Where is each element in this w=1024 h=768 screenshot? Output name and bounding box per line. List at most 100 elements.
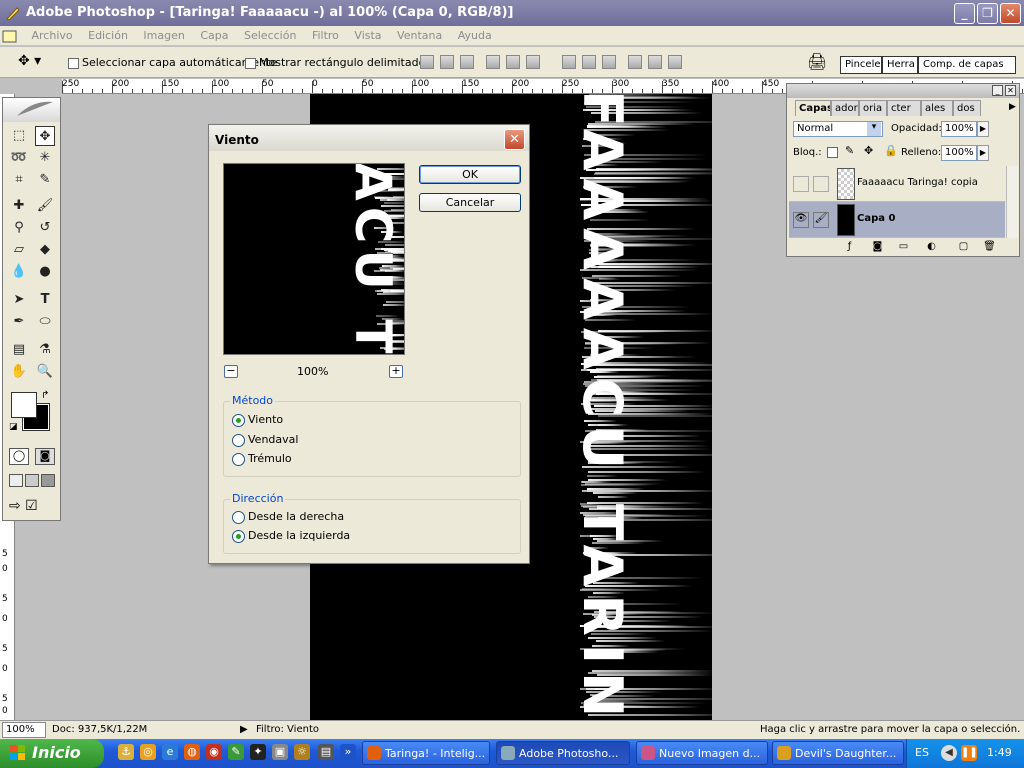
lock-position-icon[interactable]: ✥ [864,144,873,157]
layer-row[interactable]: Faaaaacu Taringa! copia [789,166,1005,202]
align-bottom-icon[interactable] [460,55,474,69]
distribute-left-icon[interactable] [628,55,642,69]
status-menu-arrow-icon[interactable]: ▶ [240,724,248,735]
blur-tool-icon[interactable]: 💧 [9,262,29,282]
blend-mode-select[interactable]: Normal ▾ [793,121,883,137]
distribute-hcenter-icon[interactable] [648,55,662,69]
hand-tool-icon[interactable]: ✋ [9,362,29,382]
brush-link-icon[interactable]: 🖌 [813,212,829,228]
lasso-tool-icon[interactable]: ➿ [9,148,29,168]
auto-select-checkbox[interactable] [68,57,79,69]
quicklaunch-icon-1[interactable]: ⚓ [118,744,134,760]
align-top-icon[interactable] [420,55,434,69]
palette-menu-arrow-icon[interactable]: ▶ [1009,102,1016,112]
adjustment-layer-icon[interactable]: ◐ [925,241,938,253]
dialog-close-button[interactable]: ✕ [504,129,525,150]
history-brush-icon[interactable]: ↺ [35,218,55,238]
palette-well-tab-pinceles[interactable]: Pincele [840,56,882,74]
radio-button[interactable] [232,452,245,466]
new-group-icon[interactable]: ▭ [897,241,910,253]
eraser-tool-icon[interactable]: ▱ [9,240,29,260]
eyedropper-icon[interactable]: ⚗ [35,340,55,360]
pen-tool-icon[interactable]: ✒ [9,312,29,332]
quicklaunch-expand-icon[interactable]: » [340,744,356,760]
shape-tool-icon[interactable]: ⬭ [35,312,55,332]
file-browser-icon[interactable]: 🖨 [807,52,829,72]
internet-explorer-icon[interactable]: e [162,744,178,760]
language-indicator[interactable]: ES [915,746,929,759]
distribute-top-icon[interactable] [562,55,576,69]
menu-ayuda[interactable]: Ayuda [452,26,498,45]
quick-mask-icon[interactable]: ◙ [35,448,55,465]
zoom-tool-icon[interactable]: 🔍 [35,362,55,382]
align-hcenter-icon[interactable] [506,55,520,69]
tab-trazados[interactable]: dos [953,100,981,116]
zoom-field[interactable]: 100% [2,722,46,738]
brush-tool-icon[interactable]: 🖌 [35,196,55,216]
quicklaunch-icon-9[interactable]: ☼ [294,744,310,760]
task-photoshop[interactable]: Adobe Photosho... [496,741,630,765]
menu-filtro[interactable]: Filtro [306,26,345,45]
move-tool-icon[interactable]: ✥ ▾ [18,53,54,71]
standard-mode-icon[interactable]: ◯ [9,448,29,465]
eye-icon[interactable]: 👁 [793,212,809,228]
adobe-feather-icon[interactable] [3,98,60,122]
notes-tool-icon[interactable]: ▤ [9,340,29,360]
distribute-right-icon[interactable] [668,55,682,69]
fill-arrow-icon[interactable]: ▶ [977,145,989,161]
zoom-in-button[interactable]: + [389,365,403,378]
align-right-icon[interactable] [526,55,540,69]
tab-caracter[interactable]: cter [887,100,921,116]
cancel-button[interactable]: Cancelar [419,193,521,212]
radio-button[interactable] [232,529,245,543]
paint-bucket-icon[interactable]: ◆ [35,240,55,260]
menu-vista[interactable]: Vista [348,26,387,45]
screen-mode-full-icon[interactable] [41,474,55,487]
palette-titlebar[interactable] [787,84,1019,98]
align-vcenter-icon[interactable] [440,55,454,69]
distribute-bottom-icon[interactable] [602,55,616,69]
method-vendaval-radio[interactable]: Vendaval [232,433,298,447]
quicklaunch-icon-2[interactable]: ◎ [140,744,156,760]
radio-button[interactable] [232,413,245,427]
menu-archivo[interactable]: Archivo [26,26,79,45]
task-nuevo-imagen[interactable]: Nuevo Imagen d... [636,741,768,765]
show-bounds-option[interactable]: Mostrar rectángulo delimitador [245,56,430,69]
default-colors-icon[interactable]: ◪ [9,422,18,432]
layer-styles-icon[interactable]: ƒ [843,241,856,253]
zoom-out-button[interactable]: − [224,365,238,378]
quicklaunch-icon-7[interactable]: ✦ [250,744,266,760]
tray-icon-1[interactable]: ◀ [941,745,957,761]
align-left-icon[interactable] [486,55,500,69]
distribute-vcenter-icon[interactable] [582,55,596,69]
path-selection-icon[interactable]: ➤ [9,290,29,310]
palette-minimize-icon[interactable]: _ [992,85,1003,96]
fill-input[interactable]: 100% [941,145,977,161]
direction-right-radio[interactable]: Desde la derecha [232,510,344,524]
crop-tool-icon[interactable]: ⌗ [9,170,29,190]
screen-mode-standard-icon[interactable] [9,474,23,487]
tray-pause-icon[interactable]: ❚❚ [961,745,978,761]
chevron-down-icon[interactable]: ▾ [867,122,881,136]
firefox-icon[interactable]: ◍ [184,744,200,760]
filter-preview[interactable]: ACU T [223,163,405,355]
task-devils-daughter[interactable]: Devil's Daughter... [772,741,904,765]
visibility-toggle-icon[interactable] [793,176,809,192]
new-layer-icon[interactable]: ▢ [957,241,970,253]
add-mask-icon[interactable]: ◙ [871,241,884,253]
minimize-button[interactable]: _ [954,3,975,24]
menu-seleccion[interactable]: Selección [238,26,302,45]
menu-edicion[interactable]: Edición [82,26,134,45]
tab-canales[interactable]: ales [921,100,953,116]
quicklaunch-icon-6[interactable]: ✎ [228,744,244,760]
foreground-color-swatch[interactable] [11,392,37,418]
lock-all-icon[interactable]: 🔒 [884,144,898,157]
lock-paint-icon[interactable]: ✎ [845,144,854,157]
palette-well-tab-comp-capas[interactable]: Comp. de capas [918,56,1016,74]
swap-colors-icon[interactable]: ↱ [41,390,49,401]
marquee-tool-icon[interactable]: ⬚ [9,126,29,146]
ok-button[interactable]: OK [419,165,521,184]
radio-button[interactable] [232,433,245,447]
method-tremulo-radio[interactable]: Trémulo [232,452,292,466]
photoshop-menu-icon[interactable] [0,28,22,44]
